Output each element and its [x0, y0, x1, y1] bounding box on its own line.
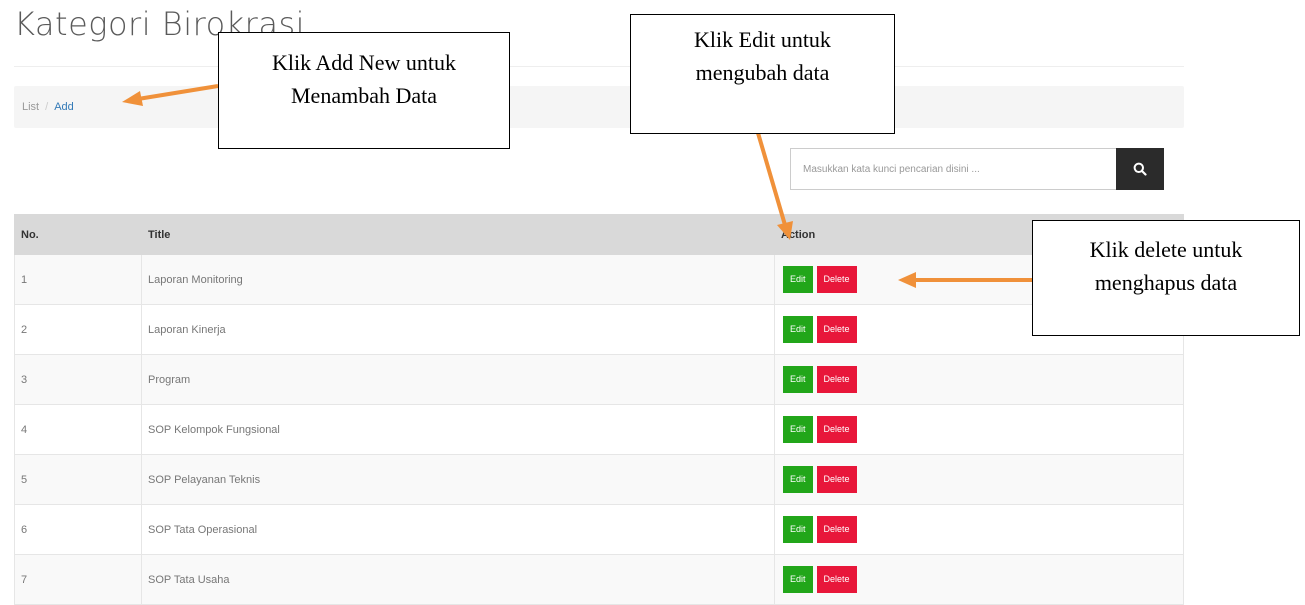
- edit-button[interactable]: Edit: [783, 266, 813, 293]
- breadcrumb-list: List: [22, 101, 40, 113]
- delete-button[interactable]: Delete: [816, 516, 857, 543]
- row-title: SOP Tata Usaha: [141, 554, 775, 605]
- callout-edit: Klik Edit untuk mengubah data: [630, 14, 895, 134]
- edit-button[interactable]: Edit: [783, 316, 813, 343]
- delete-button[interactable]: Delete: [816, 266, 857, 293]
- table-header-row: No. Title Action: [14, 214, 1184, 255]
- table-row: 1 Laporan Monitoring Edit Delete: [14, 254, 1184, 305]
- row-title: SOP Tata Operasional: [141, 504, 775, 555]
- table-row: 7 SOP Tata Usaha Edit Delete: [14, 554, 1184, 605]
- breadcrumb: List / Add: [14, 86, 1184, 128]
- row-no: 5: [14, 454, 142, 505]
- row-actions: Edit Delete: [774, 554, 1184, 605]
- table-row: 2 Laporan Kinerja Edit Delete: [14, 304, 1184, 355]
- row-no: 1: [14, 254, 142, 305]
- edit-button[interactable]: Edit: [783, 416, 813, 443]
- breadcrumb-separator: /: [45, 101, 49, 113]
- row-no: 6: [14, 504, 142, 555]
- delete-button[interactable]: Delete: [816, 316, 857, 343]
- row-title: SOP Pelayanan Teknis: [141, 454, 775, 505]
- row-title: Program: [141, 354, 775, 405]
- callout-delete-line-1: Klik delete untuk: [1089, 237, 1243, 262]
- data-table-container: No. Title Action 1 Laporan Monitoring Ed…: [14, 214, 1184, 605]
- callout-delete-line-2: menghapus data: [1094, 270, 1238, 295]
- table-row: 3 Program Edit Delete: [14, 354, 1184, 405]
- edit-button[interactable]: Edit: [783, 516, 813, 543]
- callout-edit-line-2: mengubah data: [695, 60, 830, 85]
- table-row: 4 SOP Kelompok Fungsional Edit Delete: [14, 404, 1184, 455]
- delete-button[interactable]: Delete: [816, 566, 857, 593]
- edit-arrow: [756, 132, 787, 226]
- table-row: 6 SOP Tata Operasional Edit Delete: [14, 504, 1184, 555]
- row-title: SOP Kelompok Fungsional: [141, 404, 775, 455]
- row-actions: Edit Delete: [774, 504, 1184, 555]
- search-icon: [1133, 162, 1147, 176]
- callout-delete: Klik delete untuk menghapus data: [1032, 220, 1300, 336]
- row-title: Laporan Kinerja: [141, 304, 775, 355]
- search-input[interactable]: [790, 148, 1116, 190]
- row-actions: Edit Delete: [774, 454, 1184, 505]
- table-row: 5 SOP Pelayanan Teknis Edit Delete: [14, 454, 1184, 505]
- row-actions: Edit Delete: [774, 404, 1184, 455]
- edit-button[interactable]: Edit: [783, 366, 813, 393]
- row-no: 2: [14, 304, 142, 355]
- callout-edit-line-1: Klik Edit untuk: [694, 27, 831, 52]
- row-no: 4: [14, 404, 142, 455]
- row-title: Laporan Monitoring: [141, 254, 775, 305]
- row-no: 3: [14, 354, 142, 405]
- add-new-link[interactable]: Add: [54, 101, 74, 113]
- delete-button[interactable]: Delete: [816, 416, 857, 443]
- delete-button[interactable]: Delete: [816, 366, 857, 393]
- edit-button[interactable]: Edit: [783, 566, 813, 593]
- delete-button[interactable]: Delete: [816, 466, 857, 493]
- row-no: 7: [14, 554, 142, 605]
- edit-button[interactable]: Edit: [783, 466, 813, 493]
- row-actions: Edit Delete: [774, 354, 1184, 405]
- title-divider: [14, 66, 1184, 67]
- data-table: No. Title Action 1 Laporan Monitoring Ed…: [14, 214, 1184, 605]
- search-group: [790, 148, 1164, 190]
- header-title: Title: [141, 214, 775, 255]
- callout-add-new: Klik Add New untuk Menambah Data: [218, 32, 510, 149]
- callout-add-new-line-1: Klik Add New untuk: [272, 50, 456, 75]
- search-button[interactable]: [1116, 148, 1164, 190]
- callout-add-new-line-2: Menambah Data: [291, 83, 437, 108]
- header-no: No.: [14, 214, 142, 255]
